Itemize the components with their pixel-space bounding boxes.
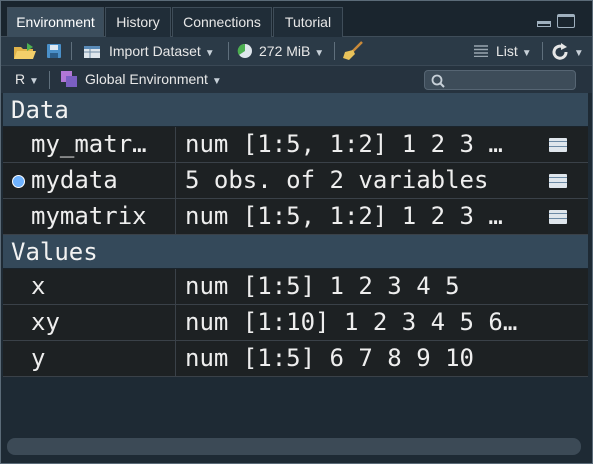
tab-tutorial[interactable]: Tutorial — [273, 7, 343, 37]
environment-table: Data my_matr… num [1:5, 1:2] 1 2 3 … myd… — [3, 93, 588, 377]
environment-icon — [61, 71, 77, 87]
view-mode-dropdown[interactable]: List ▼ — [496, 37, 532, 65]
table-row[interactable]: mymatrix num [1:5, 1:2] 1 2 3 … — [3, 199, 588, 235]
empty-area — [3, 381, 588, 435]
tab-environment[interactable]: Environment — [7, 7, 104, 37]
memory-usage-label: 272 MiB — [259, 43, 311, 59]
toolbar-separator — [228, 42, 229, 60]
chevron-down-icon: ▼ — [314, 48, 325, 59]
object-name: x — [3, 269, 176, 304]
table-row[interactable]: y num [1:5] 6 7 8 9 10 — [3, 341, 588, 377]
tab-history[interactable]: History — [105, 7, 171, 37]
import-dataset-label: Import Dataset — [109, 43, 201, 59]
object-name: mydata — [3, 163, 176, 198]
toolbar: Import Dataset ▼ 272 MiB ▼ List ▼ ▼ — [1, 37, 592, 65]
environment-label: Global Environment — [85, 71, 208, 87]
object-value: num [1:5, 1:2] 1 2 3 … — [185, 130, 503, 158]
object-value: 5 obs. of 2 variables — [185, 166, 489, 194]
toolbar-separator — [542, 42, 543, 60]
grid-view-icon[interactable] — [549, 174, 567, 188]
open-folder-icon[interactable] — [13, 42, 37, 60]
table-row[interactable]: x num [1:5] 1 2 3 4 5 — [3, 269, 588, 305]
import-dataset-icon[interactable] — [83, 43, 101, 59]
object-value: num [1:5] 6 7 8 9 10 — [185, 344, 474, 372]
section-header-data: Data — [3, 93, 588, 127]
minimize-icon[interactable] — [537, 21, 551, 27]
language-dropdown[interactable]: R ▼ — [15, 65, 39, 93]
memory-pie-icon — [237, 43, 252, 58]
toolbar-separator — [334, 42, 335, 60]
chevron-down-icon: ▼ — [29, 76, 39, 87]
refresh-icon — [552, 43, 568, 60]
table-row[interactable]: my_matr… num [1:5, 1:2] 1 2 3 … — [3, 127, 588, 163]
object-value: num [1:10] 1 2 3 4 5 6… — [185, 308, 518, 336]
toolbar-separator — [49, 71, 50, 89]
maximize-icon[interactable] — [557, 14, 575, 28]
object-value: num [1:5, 1:2] 1 2 3 … — [185, 202, 503, 230]
save-icon[interactable] — [46, 43, 62, 59]
chevron-down-icon: ▼ — [204, 48, 215, 59]
table-row[interactable]: xy num [1:10] 1 2 3 4 5 6… — [3, 305, 588, 341]
table-row[interactable]: mydata 5 obs. of 2 variables — [3, 163, 588, 199]
object-name: mymatrix — [3, 199, 176, 234]
object-name: my_matr… — [3, 127, 176, 162]
chevron-down-icon: ▼ — [211, 76, 222, 87]
search-icon — [431, 74, 445, 88]
toolbar-separator — [71, 42, 72, 60]
object-name: y — [3, 341, 176, 376]
list-icon — [474, 45, 488, 57]
language-label: R — [15, 71, 26, 87]
object-name: xy — [3, 305, 176, 340]
view-mode-label: List — [496, 43, 518, 59]
chevron-down-icon: ▼ — [521, 48, 532, 59]
tab-connections[interactable]: Connections — [172, 7, 272, 37]
environment-dropdown[interactable]: Global Environment ▼ — [85, 65, 222, 93]
horizontal-scrollbar[interactable] — [7, 438, 581, 455]
chevron-down-icon: ▼ — [573, 48, 584, 59]
grid-view-icon[interactable] — [549, 210, 567, 224]
section-header-values: Values — [3, 235, 588, 269]
refresh-button[interactable]: ▼ — [550, 37, 584, 65]
object-value: num [1:5] 1 2 3 4 5 — [185, 272, 460, 300]
broom-icon[interactable] — [342, 41, 364, 61]
environment-pane: Environment History Connections Tutorial… — [0, 0, 593, 464]
import-dataset-button[interactable]: Import Dataset ▼ — [109, 37, 215, 65]
environment-bar: R ▼ Global Environment ▼ — [1, 65, 592, 93]
grid-view-icon[interactable] — [549, 138, 567, 152]
search-input[interactable] — [424, 70, 576, 90]
tab-bar: Environment History Connections Tutorial — [1, 1, 592, 37]
memory-usage-button[interactable]: 272 MiB ▼ — [259, 37, 324, 65]
